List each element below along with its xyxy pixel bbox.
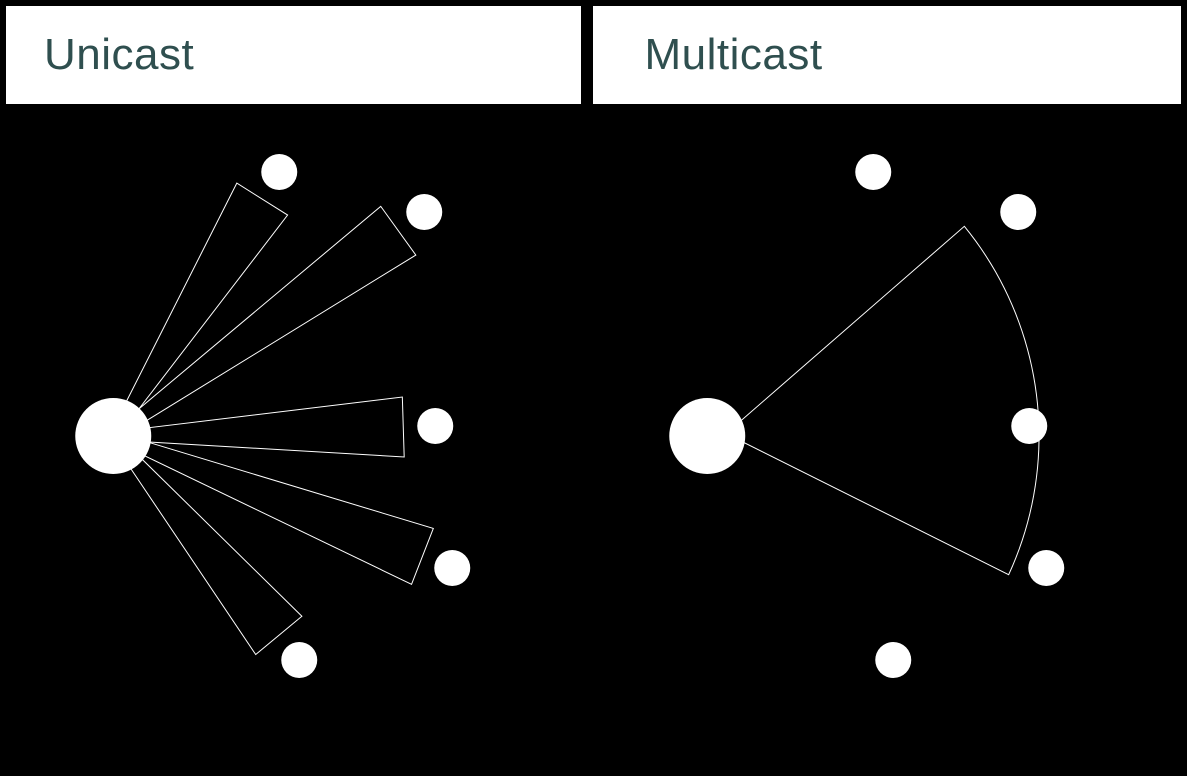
unicast-destination-node: [417, 408, 453, 444]
unicast-diagram: [0, 110, 594, 776]
unicast-source-node: [75, 398, 151, 474]
unicast-panel-label: Unicast: [0, 0, 587, 110]
multicast-destination-node: [1028, 550, 1064, 586]
unicast-beam: [136, 397, 404, 457]
multicast-beam: [726, 226, 1039, 574]
diagram-row: [0, 110, 1187, 776]
unicast-destination-node: [281, 642, 317, 678]
multicast-idle-node: [875, 642, 911, 678]
multicast-idle-node: [855, 154, 891, 190]
multicast-source-node: [669, 398, 745, 474]
multicast-destination-node: [1000, 194, 1036, 230]
multicast-destination-node: [1011, 408, 1047, 444]
multicast-diagram: [594, 110, 1187, 776]
unicast-destination-node: [261, 154, 297, 190]
unicast-destination-node: [434, 550, 470, 586]
unicast-destination-node: [406, 194, 442, 230]
multicast-panel-label: Multicast: [587, 0, 1187, 110]
